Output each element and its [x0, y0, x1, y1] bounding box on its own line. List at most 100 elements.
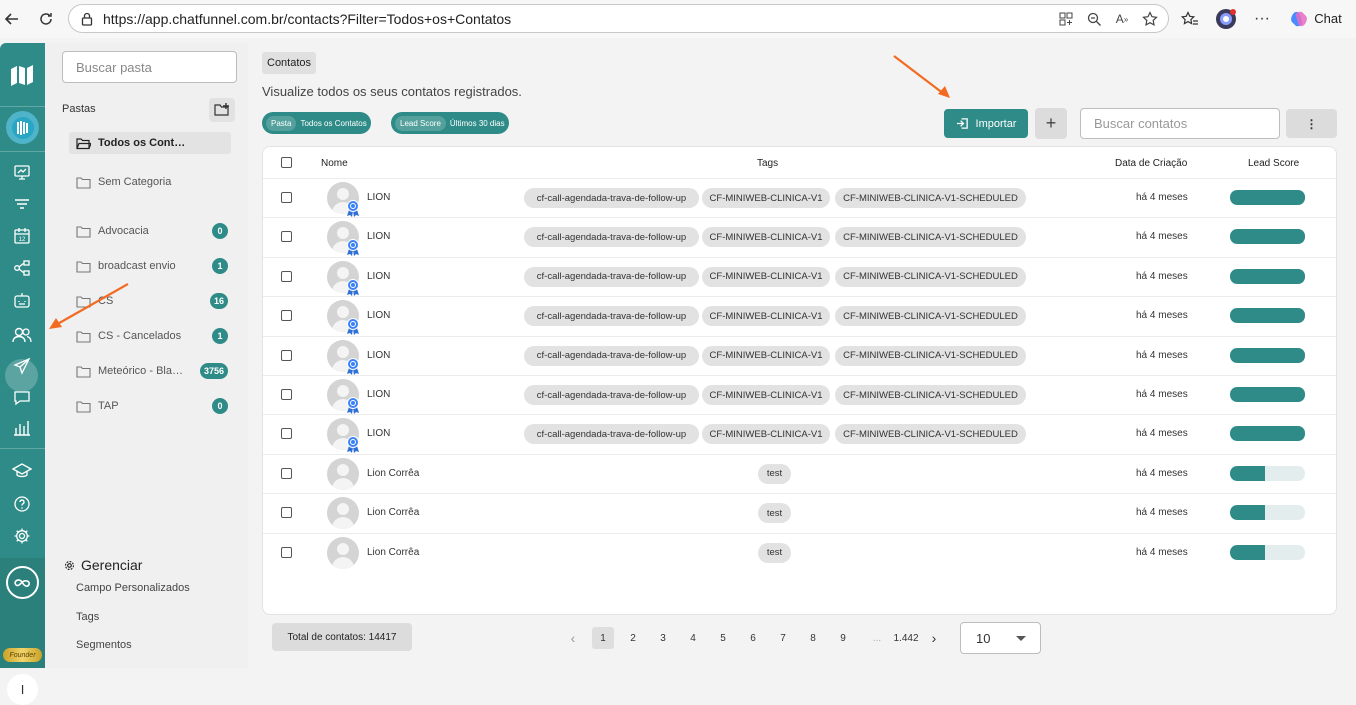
logo-icon[interactable] — [8, 61, 36, 89]
page-button[interactable]: 6 — [742, 627, 764, 649]
contact-name[interactable]: LION — [367, 310, 390, 321]
select-all-checkbox[interactable] — [281, 157, 292, 168]
row-checkbox[interactable] — [281, 428, 292, 440]
tag-chip[interactable]: test — [758, 542, 791, 563]
folder-item[interactable]: Meteórico - Black... 3756 — [69, 360, 231, 382]
page-size-select[interactable]: 10 — [960, 622, 1041, 654]
table-row[interactable]: LION cf-call-agendada-trava-de-follow-up C… — [263, 178, 1336, 217]
new-folder-button[interactable] — [209, 98, 235, 122]
column-header-lead-score[interactable]: Lead Score — [1248, 158, 1299, 169]
bot-icon[interactable] — [9, 287, 35, 313]
help-icon[interactable] — [9, 491, 35, 517]
more-options-button[interactable]: ⋮ — [1286, 109, 1337, 138]
read-aloud-icon[interactable]: A» — [1110, 9, 1134, 29]
table-row[interactable]: LION cf-call-agendada-trava-de-follow-up C… — [263, 335, 1336, 375]
manage-link-custom-fields[interactable]: Campo Personalizados — [76, 582, 190, 594]
row-checkbox[interactable] — [281, 270, 292, 282]
copilot-chat-button[interactable]: Chat — [1283, 5, 1349, 32]
profile-icon[interactable] — [1214, 7, 1238, 31]
address-bar[interactable]: https://app.chatfunnel.com.br/contacts?F… — [68, 4, 1169, 33]
folder-item[interactable]: CS 16 — [69, 290, 231, 312]
manage-link-tags[interactable]: Tags — [76, 611, 99, 623]
row-checkbox[interactable] — [281, 310, 292, 322]
tag-chip[interactable]: CF-MINIWEB-CLINICA-V1 — [702, 424, 830, 445]
tag-chip[interactable]: CF-MINIWEB-CLINICA-V1-SCHEDULED — [835, 424, 1026, 445]
dashboard-icon[interactable] — [9, 159, 35, 185]
contact-name[interactable]: LION — [367, 192, 390, 203]
tag-chip[interactable]: cf-call-agendada-trava-de-follow-up — [524, 266, 699, 287]
page-button[interactable]: 4 — [682, 627, 704, 649]
tag-chip[interactable]: cf-call-agendada-trava-de-follow-up — [524, 188, 699, 208]
table-row[interactable]: Lion Corrêa test há 4 meses — [263, 532, 1336, 572]
tag-chip[interactable]: test — [758, 503, 791, 524]
page-button[interactable]: 7 — [772, 627, 794, 649]
row-checkbox[interactable] — [281, 546, 292, 558]
table-row[interactable]: Lion Corrêa test há 4 meses — [263, 493, 1336, 532]
tag-chip[interactable]: cf-call-agendada-trava-de-follow-up — [524, 424, 699, 445]
page-button[interactable]: 1.442 — [891, 627, 921, 649]
contact-name[interactable]: Lion Corrêa — [367, 468, 419, 479]
folder-item[interactable]: Advocacia 0 — [69, 220, 231, 242]
app-grid-icon[interactable] — [1054, 9, 1078, 29]
tag-chip[interactable]: CF-MINIWEB-CLINICA-V1-SCHEDULED — [835, 385, 1026, 405]
manage-link-segments[interactable]: Segmentos — [76, 639, 132, 651]
folder-item[interactable]: Sem Categoria — [69, 171, 231, 193]
page-button[interactable]: 8 — [802, 627, 824, 649]
table-row[interactable]: LION cf-call-agendada-trava-de-follow-up C… — [263, 256, 1336, 296]
calendar-icon[interactable]: 12 — [9, 223, 35, 249]
workspace-avatar[interactable] — [6, 111, 39, 144]
page-button[interactable]: 5 — [712, 627, 734, 649]
filter-pill-lead-score[interactable]: Lead Score Últimos 30 dias — [391, 112, 509, 134]
row-checkbox[interactable] — [281, 389, 292, 400]
tag-chip[interactable]: cf-call-agendada-trava-de-follow-up — [524, 306, 699, 327]
table-row[interactable]: Lion Corrêa test há 4 meses — [263, 453, 1336, 493]
zoom-icon[interactable] — [1082, 9, 1106, 29]
infinity-icon[interactable] — [6, 566, 39, 599]
contact-name[interactable]: LION — [367, 428, 390, 439]
page-button[interactable]: 2 — [622, 627, 644, 649]
column-header-created[interactable]: Data de Criação — [1115, 158, 1187, 169]
tag-chip[interactable]: CF-MINIWEB-CLINICA-V1-SCHEDULED — [835, 227, 1026, 248]
row-checkbox[interactable] — [281, 467, 292, 479]
tag-chip[interactable]: cf-call-agendada-trava-de-follow-up — [524, 227, 699, 248]
flow-icon[interactable] — [9, 255, 35, 281]
folder-search-input[interactable]: Buscar pasta — [62, 51, 237, 83]
folder-item[interactable]: TAP 0 — [69, 395, 231, 417]
add-contact-button[interactable]: + — [1035, 108, 1067, 139]
tag-chip[interactable]: CF-MINIWEB-CLINICA-V1-SCHEDULED — [835, 306, 1026, 327]
page-button[interactable]: 3 — [652, 627, 674, 649]
row-checkbox[interactable] — [281, 507, 292, 519]
prev-page-button[interactable]: ‹ — [562, 627, 584, 649]
reports-icon[interactable] — [9, 415, 35, 441]
filter-pill-folder[interactable]: Pasta Todos os Contatos — [262, 112, 371, 134]
tag-chip[interactable]: CF-MINIWEB-CLINICA-V1 — [702, 385, 830, 405]
page-button[interactable]: 1 — [592, 627, 614, 649]
academy-icon[interactable] — [9, 458, 35, 484]
row-checkbox[interactable] — [281, 349, 292, 361]
next-page-button[interactable]: › — [923, 627, 945, 649]
tag-chip[interactable]: CF-MINIWEB-CLINICA-V1 — [702, 345, 830, 366]
tag-chip[interactable]: cf-call-agendada-trava-de-follow-up — [524, 345, 699, 366]
folder-item[interactable]: broadcast envio 1 — [69, 255, 231, 277]
table-row[interactable]: LION cf-call-agendada-trava-de-follow-up C… — [263, 414, 1336, 454]
user-avatar[interactable]: I — [7, 674, 38, 705]
tag-chip[interactable]: CF-MINIWEB-CLINICA-V1-SCHEDULED — [835, 188, 1026, 208]
tag-chip[interactable]: test — [758, 463, 791, 484]
more-icon[interactable]: ··· — [1250, 7, 1274, 31]
contact-name[interactable]: LION — [367, 231, 390, 242]
contact-search-input[interactable]: Buscar contatos — [1080, 108, 1280, 139]
row-checkbox[interactable] — [281, 231, 292, 243]
contact-name[interactable]: LION — [367, 271, 390, 282]
back-icon[interactable] — [0, 7, 24, 31]
contact-name[interactable]: LION — [367, 350, 390, 361]
contact-name[interactable]: Lion Corrêa — [367, 507, 419, 518]
folder-item[interactable]: CS - Cancelados 1 — [69, 325, 231, 347]
folder-item[interactable]: Todos os Contatos — [69, 132, 231, 154]
table-row[interactable]: LION cf-call-agendada-trava-de-follow-up C… — [263, 296, 1336, 336]
tag-chip[interactable]: CF-MINIWEB-CLINICA-V1 — [702, 306, 830, 327]
tag-chip[interactable]: CF-MINIWEB-CLINICA-V1-SCHEDULED — [835, 266, 1026, 287]
tag-chip[interactable]: CF-MINIWEB-CLINICA-V1 — [702, 227, 830, 248]
tag-chip[interactable]: CF-MINIWEB-CLINICA-V1 — [702, 188, 830, 208]
tag-chip[interactable]: cf-call-agendada-trava-de-follow-up — [524, 385, 699, 405]
send-icon[interactable] — [9, 353, 35, 379]
